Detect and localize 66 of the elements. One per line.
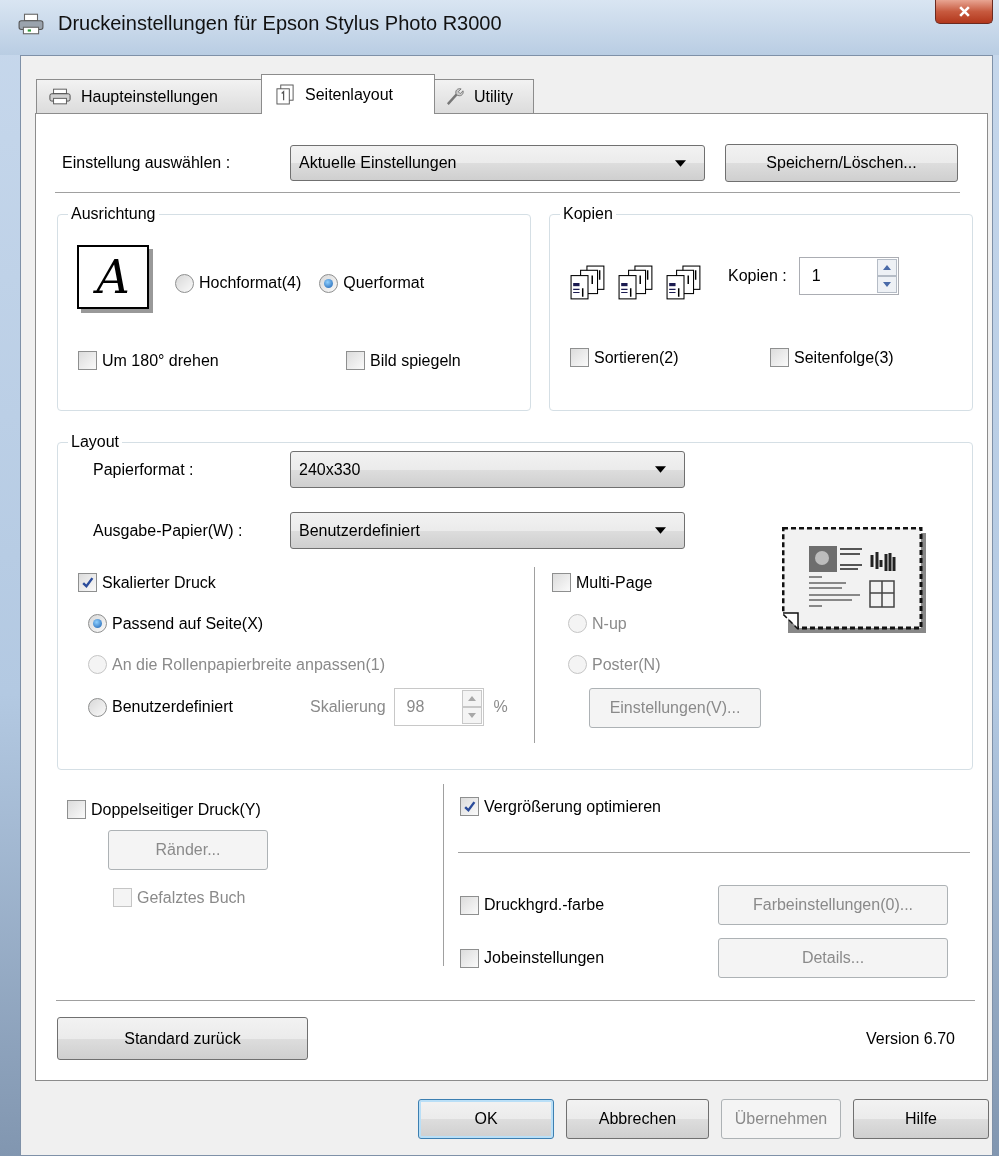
scaling-label: Skalierung	[310, 698, 386, 716]
radio-label: An die Rollenpapierbreite anpassen(1)	[112, 655, 386, 674]
percent-unit: %	[493, 698, 508, 716]
page-icon	[276, 84, 295, 105]
checkbox[interactable]	[346, 351, 365, 370]
field-label: Papierformat :	[93, 460, 195, 479]
checkbox[interactable]	[460, 948, 479, 968]
window-title: Druckeinstellungen für Epson Stylus Photo R3000	[58, 12, 502, 35]
group-title: Ausrichtung	[70, 205, 157, 223]
copies-label: Kopien :	[728, 267, 787, 285]
checkbox[interactable]	[78, 573, 97, 592]
radio-label: N-up	[592, 614, 627, 633]
checkbox-label: Jobeinstellungen	[484, 949, 605, 967]
preset-dropdown[interactable]: Aktuelle Einstellungen	[290, 145, 705, 181]
checkbox[interactable]	[67, 800, 86, 819]
version-text: Version 6.70	[866, 1029, 955, 1048]
printer-icon	[18, 12, 44, 35]
dialog-button[interactable]: Hilfe	[853, 1099, 989, 1139]
dropdown[interactable]: Benutzerdefiniert	[290, 512, 685, 549]
spin-arrows-icon	[461, 690, 482, 724]
group-title: Layout	[70, 433, 121, 451]
save-delete-button[interactable]: Speichern/Löschen...	[725, 144, 958, 182]
checkbox[interactable]	[552, 573, 571, 592]
radio-button[interactable]	[88, 614, 107, 633]
radio-label: Hochformat(4)	[199, 274, 302, 292]
tab[interactable]: Seitenlayout	[261, 74, 435, 114]
group-title: Kopien	[562, 205, 614, 223]
caret-icon	[675, 159, 686, 167]
tab[interactable]: Utility	[434, 79, 534, 113]
close-icon	[957, 5, 971, 18]
spin-arrows-icon	[876, 259, 897, 293]
checkbox-label: Bild spiegeln	[370, 351, 461, 370]
checkbox-label: Skalierter Druck	[102, 573, 216, 592]
tab[interactable]: Haupteinstellungen	[36, 79, 262, 113]
printer-icon	[49, 88, 71, 105]
radio-button[interactable]	[175, 273, 194, 293]
checkbox[interactable]	[570, 348, 589, 367]
dropdown[interactable]: 240x330	[290, 451, 685, 488]
preset-label: Einstellung auswählen :	[62, 154, 232, 172]
field-label: Ausgabe-Papier(W) :	[93, 521, 244, 540]
dialog-button[interactable]: Abbrechen	[566, 1099, 709, 1139]
caret-icon	[655, 527, 666, 534]
dialog-button[interactable]: OK	[418, 1099, 554, 1139]
radio-button[interactable]	[319, 273, 339, 293]
checkbox[interactable]	[460, 895, 479, 915]
checkbox-label: Doppelseitiger Druck(Y)	[91, 800, 261, 819]
checkbox[interactable]	[460, 797, 479, 816]
wrench-icon	[445, 87, 464, 106]
checkbox-label: Seitenfolge(3)	[794, 348, 894, 367]
radio-label: Passend auf Seite(X)	[112, 614, 264, 633]
caret-icon	[655, 466, 666, 473]
radio-button[interactable]	[88, 697, 107, 717]
checkbox-label: Druckhgrd.-farbe	[484, 896, 605, 914]
radio-label: Benutzerdefiniert	[112, 698, 233, 716]
checkbox[interactable]	[770, 348, 789, 367]
checkbox-label: Sortieren(2)	[594, 348, 679, 367]
close-button[interactable]	[935, 0, 993, 24]
copies-field[interactable]: 1	[798, 257, 899, 295]
checkbox[interactable]	[78, 351, 97, 370]
radio-label: Querformat	[343, 274, 425, 292]
radio-label: Poster(N)	[592, 655, 661, 674]
checkbox-label: Um 180° drehen	[102, 351, 219, 370]
checkbox-label: Gefalztes Buch	[137, 888, 246, 907]
checkbox-label: Multi-Page	[576, 573, 653, 592]
checkbox-label: Vergrößerung optimieren	[484, 797, 661, 816]
reset-defaults-button[interactable]: Standard zurück	[57, 1017, 308, 1060]
